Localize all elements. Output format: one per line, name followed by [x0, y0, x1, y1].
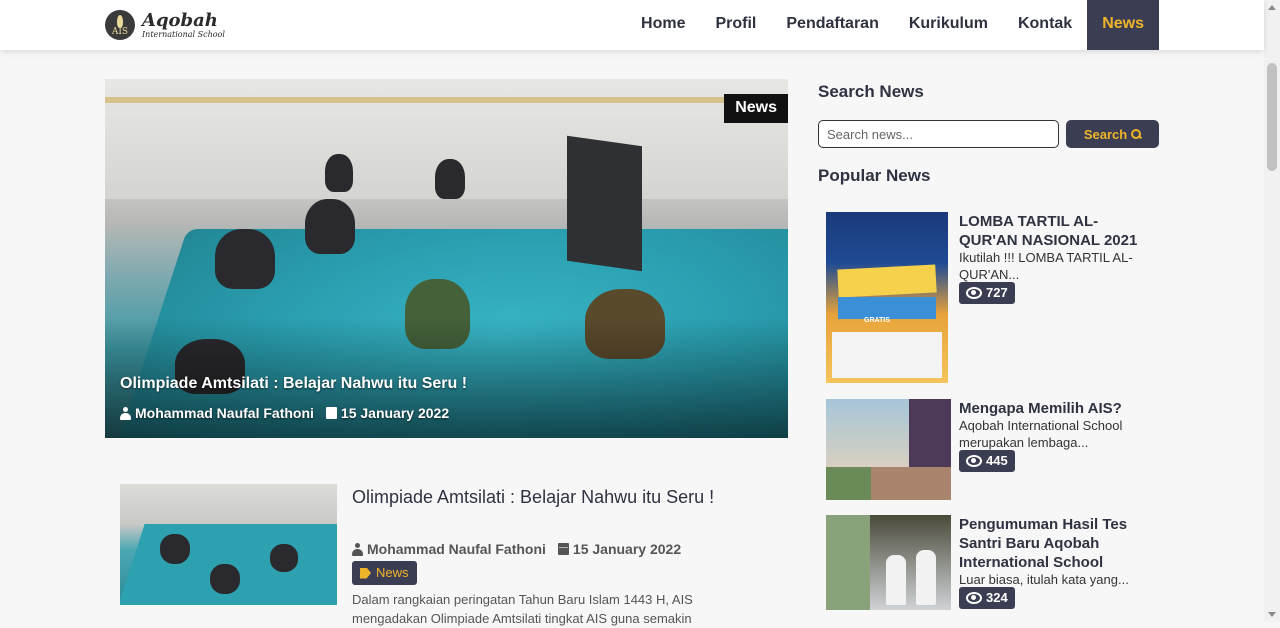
image-panel: [870, 515, 951, 610]
logo-mark-text: AIS: [111, 27, 129, 37]
image-panel: [871, 467, 951, 500]
hero-featured-news[interactable]: News Olimpiade Amtsilati : Belajar Nahwu…: [105, 79, 788, 438]
calendar-icon: [557, 543, 569, 555]
nav-item-pendaftaran[interactable]: Pendaftaran: [771, 0, 893, 50]
views-badge: 324: [959, 587, 1015, 609]
hero-meta: Mohammad Naufal Fathoni 15 January 2022: [120, 405, 449, 421]
eye-icon: [966, 592, 982, 604]
main-nav: Home Profil Pendaftaran Kurikulum Kontak…: [626, 0, 1159, 50]
popular-heading: Popular News: [818, 166, 931, 185]
nav-item-home[interactable]: Home: [626, 0, 700, 50]
search-icon: [1131, 129, 1142, 139]
popular-news-excerpt: Aqobah International School merupakan le…: [959, 418, 1123, 450]
image-panel: [826, 399, 909, 467]
article-date: 15 January 2022: [572, 541, 682, 557]
popular-news-image: GRATIS: [826, 212, 948, 383]
popular-news-item[interactable]: Mengapa Memilih AIS? Aqobah Internationa…: [826, 399, 1159, 500]
search-button-label: Search: [1083, 126, 1128, 142]
eye-icon: [966, 287, 982, 299]
article-author: Mohammad Naufal Fathoni: [367, 541, 546, 557]
page-scrollbar[interactable]: [1264, 0, 1280, 622]
tag-icon: [360, 567, 371, 579]
image-person: [916, 550, 936, 605]
nav-item-kontak[interactable]: Kontak: [1003, 0, 1087, 50]
nav-item-kurikulum[interactable]: Kurikulum: [894, 0, 1003, 50]
views-count: 445: [986, 453, 1008, 468]
hero-photo-person: [435, 159, 465, 199]
popular-news-item[interactable]: GRATIS LOMBA TARTIL AL-QUR'AN NASIONAL 2…: [826, 212, 1159, 384]
article-category-tag[interactable]: News: [352, 561, 417, 585]
hero-photo-person: [305, 199, 355, 254]
poster-gratis: GRATIS: [864, 317, 890, 324]
eye-icon: [966, 455, 982, 467]
hero-photo-tv: [567, 135, 642, 272]
views-badge: 445: [959, 450, 1015, 472]
hero-photo-stripe: [105, 97, 788, 103]
poster-band: [838, 297, 936, 319]
hero-date: 15 January 2022: [340, 405, 450, 421]
article-title[interactable]: Olimpiade Amtsilati : Belajar Nahwu itu …: [352, 484, 772, 510]
poster-info-box: [832, 332, 942, 378]
hero-title[interactable]: Olimpiade Amtsilati : Belajar Nahwu itu …: [120, 375, 467, 393]
hero-photo-person: [215, 229, 275, 289]
scroll-thumb[interactable]: [1267, 63, 1277, 171]
navbar: AIS Aqobah International School Home Pro…: [0, 0, 1264, 50]
image-panel: [826, 467, 871, 500]
popular-news-excerpt: Luar biasa, itulah kata yang...: [959, 572, 1129, 587]
logo-subtitle: International School: [142, 29, 225, 39]
popular-news-excerpt: Ikutilah !!! LOMBA TARTIL AL-QUR'AN...: [959, 250, 1133, 282]
popular-news-title[interactable]: Pengumuman Hasil Tes Santri Baru Aqobah …: [959, 515, 1154, 572]
scroll-down-arrow-icon[interactable]: [1268, 612, 1276, 617]
nav-item-news[interactable]: News: [1087, 0, 1159, 50]
poster-band: [837, 264, 937, 298]
user-icon: [352, 542, 363, 556]
logo-emblem-icon: AIS: [105, 10, 135, 40]
logo-title: Aqobah: [142, 9, 218, 31]
nav-item-profil[interactable]: Profil: [700, 0, 771, 50]
search-button[interactable]: Search: [1066, 120, 1159, 148]
search-heading: Search News: [818, 82, 924, 101]
scroll-up-arrow-icon[interactable]: [1268, 5, 1276, 10]
calendar-icon: [325, 407, 337, 419]
hero-category-badge[interactable]: News: [724, 94, 788, 123]
hero-author: Mohammad Naufal Fathoni: [135, 405, 314, 421]
image-panel: [826, 515, 870, 610]
article-thumbnail-person: [210, 564, 240, 594]
popular-news-title[interactable]: LOMBA TARTIL AL-QUR'AN NASIONAL 2021: [959, 212, 1154, 250]
search-input[interactable]: [818, 120, 1059, 148]
image-person: [886, 555, 906, 605]
article-thumbnail[interactable]: [120, 484, 337, 605]
views-count: 324: [986, 590, 1008, 605]
logo-text: Aqobah International School: [142, 9, 225, 39]
article-thumbnail-person: [270, 544, 298, 572]
hero-photo-person: [325, 154, 353, 192]
popular-news-image: [826, 399, 951, 500]
popular-news-title[interactable]: Mengapa Memilih AIS?: [959, 399, 1154, 418]
article-meta: Mohammad Naufal Fathoni 15 January 2022: [352, 541, 681, 557]
logo[interactable]: AIS Aqobah International School: [105, 9, 225, 41]
popular-news-item[interactable]: Pengumuman Hasil Tes Santri Baru Aqobah …: [826, 515, 1159, 610]
views-count: 727: [986, 285, 1008, 300]
popular-news-image: [826, 515, 951, 610]
article-excerpt: Dalam rangkaian peringatan Tahun Baru Is…: [352, 592, 693, 626]
user-icon: [120, 406, 131, 420]
article-thumbnail-person: [160, 534, 190, 564]
views-badge: 727: [959, 282, 1015, 304]
article-tag-label: News: [376, 565, 409, 580]
image-panel: [909, 399, 951, 467]
